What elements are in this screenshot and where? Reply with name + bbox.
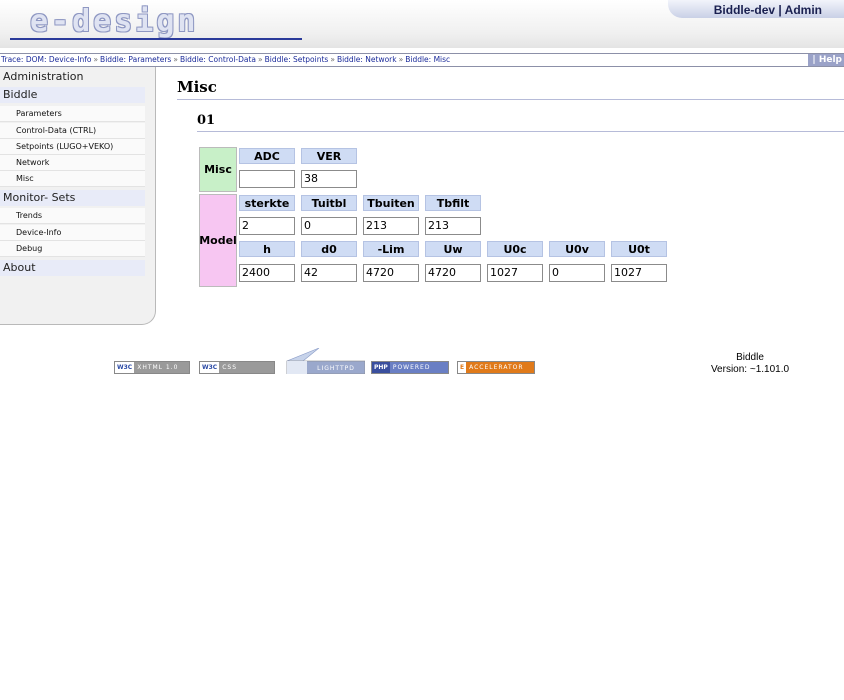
- breadcrumb-item[interactable]: Biddle: Misc: [405, 55, 450, 64]
- eaccelerator-badge[interactable]: E ACCELERATOR: [457, 361, 535, 374]
- sidebar-item-parameters[interactable]: Parameters: [0, 106, 145, 122]
- field-h[interactable]: 2400: [239, 264, 295, 282]
- version-info: Biddle Version: ~1.101.0: [690, 352, 810, 376]
- field-uw[interactable]: 4720: [425, 264, 481, 282]
- header-sterkte: sterkte: [239, 195, 295, 211]
- breadcrumb-separator: »: [258, 55, 263, 64]
- field-ver[interactable]: 38: [301, 170, 357, 188]
- sidebar-item-device-info[interactable]: Device-Info: [0, 225, 145, 241]
- section-divider: [197, 131, 844, 132]
- trace-bar: Trace: DOM: Device-Info» Biddle: Paramete…: [0, 53, 844, 67]
- field-tbuiten[interactable]: 213: [363, 217, 419, 235]
- sidebar-item-network[interactable]: Network: [0, 155, 145, 171]
- sidebar-item-control-data[interactable]: Control-Data (CTRL): [0, 123, 145, 139]
- field-u0v[interactable]: 0: [549, 264, 605, 282]
- badge-right: XHTML 1.0: [134, 362, 189, 373]
- logo-underline: [10, 38, 302, 40]
- sidebar-item-setpoints[interactable]: Setpoints (LUGO+VEKO): [0, 139, 145, 155]
- header-tbuiten: Tbuiten: [363, 195, 419, 211]
- sidebar-item-administration[interactable]: Administration: [0, 69, 145, 85]
- sidebar: Administration Biddle Parameters Control…: [0, 67, 156, 325]
- field-lim[interactable]: 4720: [363, 264, 419, 282]
- breadcrumb-item[interactable]: Biddle: Network: [337, 55, 397, 64]
- badge-right: CSS: [219, 362, 274, 373]
- trace-prefix: Trace:: [1, 55, 24, 64]
- field-d0[interactable]: 42: [301, 264, 357, 282]
- breadcrumb-separator: »: [173, 55, 178, 64]
- header-tbfilt: Tbfilt: [425, 195, 481, 211]
- lighttpd-badge[interactable]: LIGHTTPD: [285, 348, 365, 374]
- lighttpd-label: LIGHTTPD: [317, 365, 355, 372]
- section-title: 01: [197, 113, 216, 128]
- field-u0c[interactable]: 1027: [487, 264, 543, 282]
- breadcrumb-separator: »: [398, 55, 404, 64]
- w3c-xhtml-badge[interactable]: W3C XHTML 1.0: [114, 361, 190, 374]
- sidebar-item-monitor-sets[interactable]: Monitor- Sets: [0, 190, 145, 206]
- page-title: Misc: [177, 78, 217, 96]
- header-u0c: U0c: [487, 241, 543, 257]
- php-powered-badge[interactable]: PHP POWERED: [371, 361, 449, 374]
- header-u0v: U0v: [549, 241, 605, 257]
- field-u0t[interactable]: 1027: [611, 264, 667, 282]
- user-label[interactable]: Biddle-dev | Admin: [714, 0, 844, 17]
- breadcrumb: Trace: DOM: Device-Info» Biddle: Paramete…: [1, 54, 450, 66]
- header-uw: Uw: [425, 241, 481, 257]
- header-tuitbl: Tuitbl: [301, 195, 357, 211]
- field-tbfilt[interactable]: 213: [425, 217, 481, 235]
- header-u0t: U0t: [611, 241, 667, 257]
- field-adc[interactable]: [239, 170, 295, 188]
- badge-left: W3C: [200, 362, 220, 373]
- sidebar-item-biddle[interactable]: Biddle: [0, 87, 145, 103]
- logo[interactable]: e-design: [30, 4, 199, 39]
- sidebar-item-about[interactable]: About: [0, 260, 145, 276]
- field-sterkte[interactable]: 2: [239, 217, 295, 235]
- header-h: h: [239, 241, 295, 257]
- badge-right: ACCELERATOR: [466, 362, 534, 373]
- misc-group-label: Misc: [199, 147, 237, 192]
- help-link[interactable]: | Help: [808, 54, 844, 66]
- breadcrumb-item[interactable]: DOM: Device-Info: [26, 55, 92, 64]
- breadcrumb-item[interactable]: Biddle: Control-Data: [180, 55, 256, 64]
- sidebar-item-debug[interactable]: Debug: [0, 241, 145, 257]
- sidebar-item-misc[interactable]: Misc: [0, 171, 145, 187]
- user-tab[interactable]: Biddle-dev | Admin: [668, 0, 844, 18]
- model-group-label: Model: [199, 194, 237, 287]
- breadcrumb-item[interactable]: Biddle: Parameters: [100, 55, 171, 64]
- header-d0: d0: [301, 241, 357, 257]
- version-text: Version: ~1.101.0: [710, 364, 790, 375]
- breadcrumb-separator: »: [93, 55, 99, 64]
- badge-left: E: [458, 362, 467, 373]
- field-tuitbl[interactable]: 0: [301, 217, 357, 235]
- title-divider: [177, 99, 844, 100]
- header-lim: -Lim: [363, 241, 419, 257]
- badge-left: W3C: [115, 362, 135, 373]
- breadcrumb-separator: »: [330, 55, 335, 64]
- badge-left: PHP: [372, 362, 390, 373]
- sidebar-item-trends[interactable]: Trends: [0, 208, 145, 224]
- header-ver: VER: [301, 148, 357, 164]
- header-bar: e-design Biddle-dev | Admin: [0, 0, 844, 48]
- app-name: Biddle: [736, 352, 764, 363]
- w3c-css-badge[interactable]: W3C CSS: [199, 361, 275, 374]
- breadcrumb-item[interactable]: Biddle: Setpoints: [265, 55, 329, 64]
- help-label[interactable]: Help: [819, 55, 842, 65]
- header-adc: ADC: [239, 148, 295, 164]
- badge-right: POWERED: [389, 362, 448, 373]
